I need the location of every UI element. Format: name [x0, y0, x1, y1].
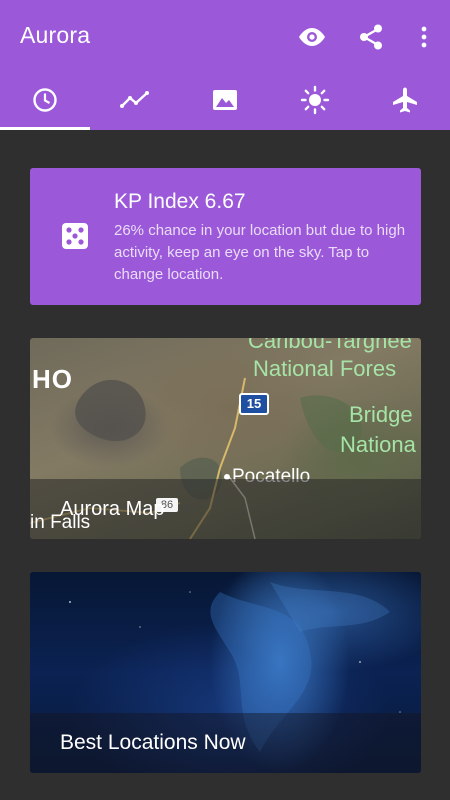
interstate-shield: 15 [239, 393, 269, 415]
app-bar: Aurora [0, 0, 450, 130]
dice-icon [62, 223, 88, 249]
eye-icon [299, 28, 325, 46]
interstate-number: 15 [246, 396, 262, 411]
more-options-button[interactable] [407, 20, 441, 54]
best-locations-title: Best Locations Now [60, 731, 246, 754]
map-label-forest-name: Caribou-Targhee [248, 338, 412, 353]
best-locations-card[interactable]: Best Locations Now [30, 572, 421, 773]
tab-trend[interactable] [90, 70, 180, 130]
eye-button[interactable] [295, 20, 329, 54]
aurora-map-card[interactable]: HO Caribou-Targhee National Fores 15 Bri… [30, 338, 421, 539]
tab-airplane[interactable] [360, 70, 450, 130]
share-button[interactable] [354, 20, 388, 54]
clock-icon [33, 88, 57, 112]
map-label-bridger-2: Nationa [340, 432, 416, 457]
share-icon [360, 24, 382, 50]
tab-clock[interactable] [0, 70, 90, 130]
selected-tab-indicator [0, 127, 90, 130]
kp-index-description: 26% chance in your location but due to h… [114, 222, 406, 283]
image-icon [213, 90, 237, 110]
aurora-map-title: Aurora Map [60, 498, 165, 520]
airplane-icon [393, 87, 417, 113]
kp-index-title: KP Index 6.67 [114, 190, 246, 213]
sun-icon [300, 85, 330, 115]
trend-icon [120, 91, 149, 108]
kp-index-card[interactable]: KP Index 6.67 26% chance in your locatio… [30, 168, 421, 305]
more-vert-icon [421, 26, 427, 48]
map-label-forest-type: National Fores [253, 356, 397, 381]
map-label-state: HO [32, 364, 73, 394]
app-title: Aurora [20, 22, 91, 48]
tab-image[interactable] [180, 70, 270, 130]
tab-bar [0, 70, 450, 130]
map-label-bridger-1: Bridge [349, 402, 413, 427]
tab-sun[interactable] [270, 70, 360, 130]
